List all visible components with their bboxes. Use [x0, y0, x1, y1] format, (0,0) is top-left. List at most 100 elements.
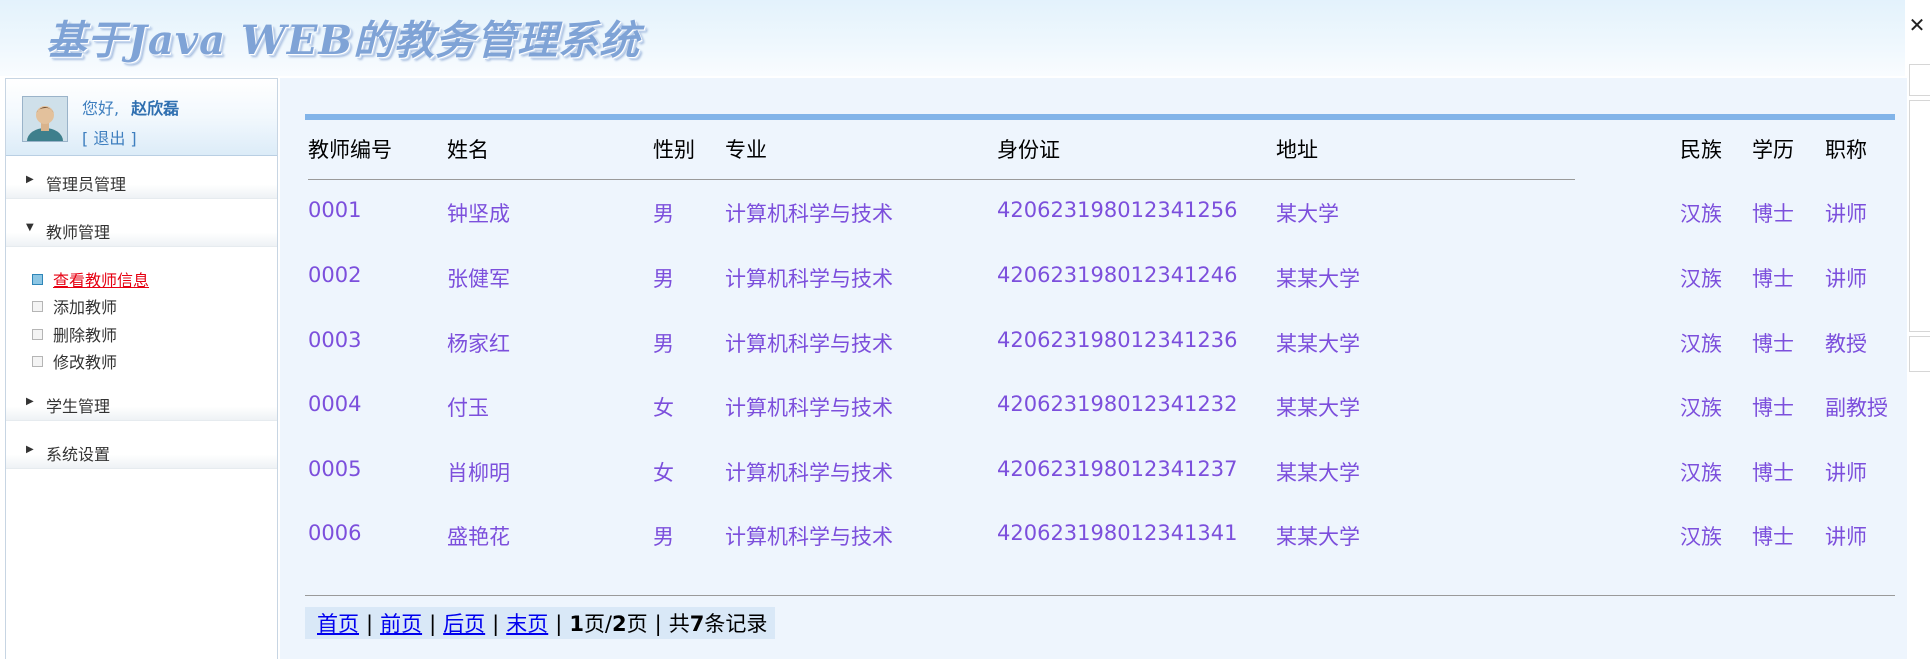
cell-title: 副教授 — [1825, 396, 1888, 420]
menu-group-teacher[interactable]: ▼ 教师管理 — [6, 212, 277, 247]
checkbox-icon — [32, 274, 43, 285]
cell-id-card: 420623198012341341 — [997, 521, 1238, 545]
pager-divider: | — [555, 612, 563, 636]
menu-group-admin[interactable]: ▶ 管理员管理 — [6, 164, 277, 199]
cell-major: 计算机科学与技术 — [725, 525, 893, 549]
menu-group-label: 系统设置 — [46, 445, 111, 464]
cell-teacher-id: 0003 — [308, 328, 362, 352]
cell-name: 付玉 — [447, 396, 489, 420]
pager-divider: | — [654, 612, 662, 636]
header-ethnicity: 民族 — [1680, 138, 1722, 162]
checkbox-icon — [32, 329, 43, 340]
cell-major: 计算机科学与技术 — [725, 461, 893, 485]
user-name: 赵欣磊 — [131, 99, 180, 118]
table-bottom-divider — [305, 595, 1895, 596]
main-content: 0001 钟坚成男计算机科学与技术 420623198012341256 某大学 汉族博… — [280, 78, 1907, 659]
total-records: 7 — [689, 612, 705, 636]
cell-id-card: 420623198012341232 — [997, 392, 1238, 416]
pager-divider: | — [366, 612, 374, 636]
header-gender: 性别 — [653, 138, 695, 162]
cell-gender: 男 — [653, 525, 674, 549]
cell-id-card: 420623198012341246 — [997, 263, 1238, 287]
greeting: 您好, 赵欣磊 — [82, 95, 179, 119]
cell-teacher-id: 0001 — [308, 198, 362, 222]
total-pages: 2 — [612, 612, 627, 636]
caret-right-icon: ▶ — [26, 396, 34, 407]
cell-major: 计算机科学与技术 — [725, 202, 893, 226]
menu-item-add-teacher[interactable]: 添加教师 — [32, 294, 117, 318]
next-page-link[interactable]: 后页 — [443, 612, 485, 636]
cell-gender: 女 — [653, 461, 674, 485]
cell-ethnicity: 汉族 — [1680, 461, 1722, 485]
header-education: 学历 — [1752, 138, 1794, 162]
cell-gender: 女 — [653, 396, 674, 420]
menu-group-label: 管理员管理 — [46, 175, 127, 194]
header-id-card: 身份证 — [997, 138, 1060, 162]
right-edge-input[interactable] — [1909, 64, 1930, 96]
sidebar: 您好, 赵欣磊 [ 退出 ] ▶ 管理员管理 ▼ 教师管理 查看教师信息 添加教师… — [5, 78, 278, 659]
cell-title: 讲师 — [1825, 267, 1867, 291]
cell-ethnicity: 汉族 — [1680, 525, 1722, 549]
user-panel: 您好, 赵欣磊 [ 退出 ] — [6, 79, 277, 156]
cell-address: 某某大学 — [1276, 396, 1360, 420]
cell-title: 教授 — [1825, 332, 1867, 356]
cell-id-card: 420623198012341236 — [997, 328, 1238, 352]
header-teacher-id: 教师编号 — [308, 138, 392, 162]
cell-gender: 男 — [653, 332, 674, 356]
page-word: 页 — [626, 612, 648, 636]
menu-item-edit-teacher[interactable]: 修改教师 — [32, 349, 117, 373]
cell-teacher-id: 0005 — [308, 457, 362, 481]
menu-item-delete-teacher[interactable]: 删除教师 — [32, 322, 117, 346]
cell-address: 某某大学 — [1276, 461, 1360, 485]
page-separator: 页/ — [583, 612, 613, 636]
cell-name: 钟坚成 — [447, 202, 510, 226]
cell-title: 讲师 — [1825, 525, 1867, 549]
cell-teacher-id: 0002 — [308, 263, 362, 287]
cell-name: 张健军 — [447, 267, 510, 291]
cell-teacher-id: 0004 — [308, 392, 362, 416]
cell-gender: 男 — [653, 202, 674, 226]
right-edge-panel — [1909, 336, 1930, 372]
menu-item-view-teachers[interactable]: 查看教师信息 — [32, 267, 149, 291]
cell-ethnicity: 汉族 — [1680, 267, 1722, 291]
cell-id-card: 420623198012341237 — [997, 457, 1238, 481]
cell-address: 某某大学 — [1276, 332, 1360, 356]
cell-major: 计算机科学与技术 — [725, 332, 893, 356]
caret-right-icon: ▶ — [26, 174, 34, 185]
cell-education: 博士 — [1752, 267, 1794, 291]
header-name: 姓名 — [447, 138, 489, 162]
menu-group-student[interactable]: ▶ 学生管理 — [6, 386, 277, 421]
pagination-content: 首页 | 前页 | 后页 | 末页 | 1页/2页 | 共7条记录 — [317, 608, 767, 638]
cell-gender: 男 — [653, 267, 674, 291]
current-page: 1 — [569, 612, 584, 636]
first-page-link[interactable]: 首页 — [317, 612, 359, 636]
table-top-bar — [305, 114, 1895, 120]
pager-divider: | — [429, 612, 437, 636]
cell-education: 博士 — [1752, 332, 1794, 356]
checkbox-icon — [32, 356, 43, 367]
menu-group-label: 教师管理 — [46, 223, 111, 242]
cell-title: 讲师 — [1825, 461, 1867, 485]
menu-group-label: 学生管理 — [46, 397, 111, 416]
cell-education: 博士 — [1752, 461, 1794, 485]
logout-link[interactable]: [ 退出 ] — [82, 125, 137, 149]
cell-name: 盛艳花 — [447, 525, 510, 549]
header-address: 地址 — [1276, 138, 1318, 162]
pagination: 首页 | 前页 | 后页 | 末页 | 1页/2页 | 共7条记录 — [305, 604, 1895, 639]
page-header: 基于Java WEB的教务管理系统 — [0, 0, 1905, 76]
cell-name: 杨家红 — [447, 332, 510, 356]
prev-page-link[interactable]: 前页 — [380, 612, 422, 636]
last-page-link[interactable]: 末页 — [506, 612, 548, 636]
cell-major: 计算机科学与技术 — [725, 267, 893, 291]
header-title: 职称 — [1825, 138, 1867, 162]
checkbox-icon — [32, 301, 43, 312]
cell-education: 博士 — [1752, 202, 1794, 226]
cell-ethnicity: 汉族 — [1680, 396, 1722, 420]
close-icon[interactable]: ✕ — [1907, 12, 1927, 38]
menu-group-settings[interactable]: ▶ 系统设置 — [6, 434, 277, 469]
header-divider — [308, 179, 1575, 180]
right-edge-scrollbar[interactable] — [1909, 100, 1930, 332]
cell-id-card: 420623198012341256 — [997, 198, 1238, 222]
cell-name: 肖柳明 — [447, 461, 510, 485]
cell-education: 博士 — [1752, 396, 1794, 420]
